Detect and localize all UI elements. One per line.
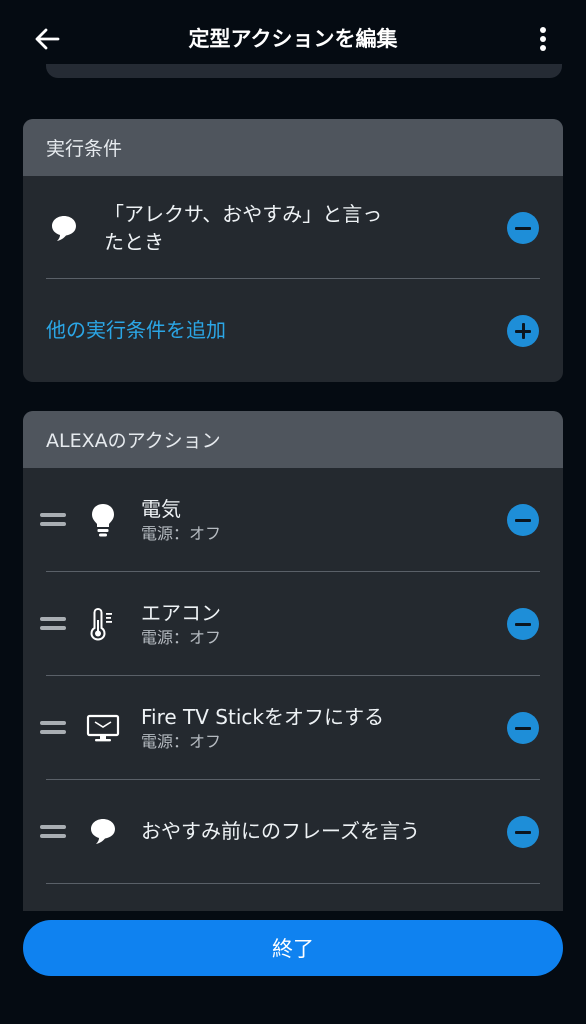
remove-trigger-button[interactable] [507,212,539,244]
action-title: 電気 [141,497,181,521]
add-trigger-button[interactable] [507,315,539,347]
action-subtitle: 電源：オフ [141,732,222,751]
action-title: エアコン [141,601,221,625]
done-button[interactable]: 終了 [23,920,563,976]
action-item-phrase[interactable]: おやすみ前にのフレーズを言う [23,780,563,884]
more-vertical-icon [540,27,546,51]
trigger-text-line1: 「アレクサ、おやすみ」と言っ [104,202,383,226]
page-title: 定型アクションを編集 [188,27,398,51]
actions-card: ALEXAのアクション 電気 電源：オフ エアコン 電源：オフ Fire TV … [23,411,563,911]
thermometer-icon [87,605,119,643]
drag-handle[interactable] [40,513,66,526]
trigger-row[interactable]: 「アレクサ、おやすみ」と言っ たとき [23,176,563,279]
drag-handle[interactable] [40,825,66,838]
tv-icon [85,712,121,744]
trigger-text-line2: たとき [104,230,164,254]
action-subtitle: 電源：オフ [141,524,222,543]
remove-action-button[interactable] [507,608,539,640]
action-item-aircon[interactable]: エアコン 電源：オフ [23,572,563,676]
more-options-button[interactable] [528,22,558,56]
action-subtitle: 電源：オフ [141,628,222,647]
add-trigger-row[interactable]: 他の実行条件を追加 [23,279,563,382]
action-item-light[interactable]: 電気 電源：オフ [23,468,563,572]
add-trigger-link[interactable]: 他の実行条件を追加 [46,279,226,382]
drag-handle[interactable] [40,617,66,630]
trigger-card: 実行条件 「アレクサ、おやすみ」と言っ たとき 他の実行条件を追加 [23,119,563,382]
remove-action-button[interactable] [507,816,539,848]
remove-action-button[interactable] [507,712,539,744]
speech-bubble-icon [47,212,81,244]
action-item-fire-tv[interactable]: Fire TV Stickをオフにする 電源：オフ [23,676,563,780]
actions-card-header: ALEXAのアクション [23,411,563,468]
trigger-text: 「アレクサ、おやすみ」と言っ たとき [104,200,434,256]
light-bulb-icon [87,501,119,539]
speech-bubble-icon [86,815,120,847]
action-title: Fire TV Stickをオフにする [141,705,385,729]
action-title: おやすみ前にのフレーズを言う [141,819,420,843]
remove-action-button[interactable] [507,504,539,536]
drag-handle[interactable] [40,721,66,734]
divider [46,883,540,884]
trigger-card-header: 実行条件 [23,119,563,176]
previous-card-edge [46,64,562,78]
